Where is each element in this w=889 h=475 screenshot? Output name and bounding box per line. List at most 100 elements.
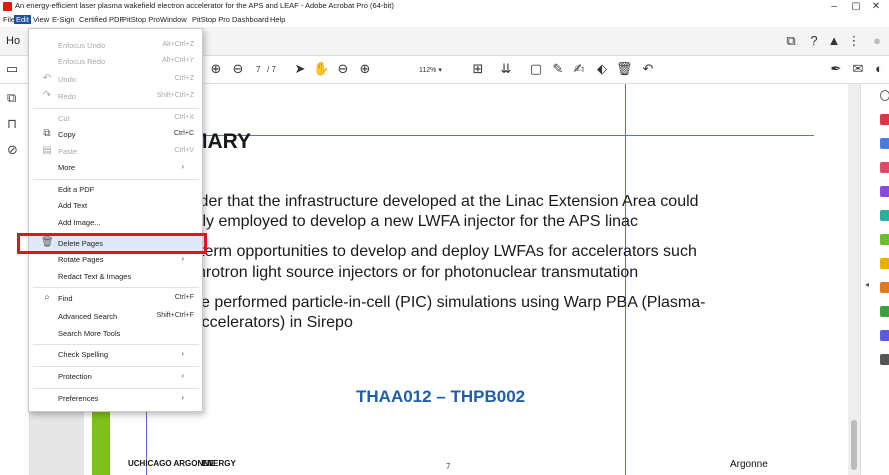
vertical-scrollbar[interactable] (848, 84, 860, 475)
undo-icon: ↶ (42, 73, 52, 84)
menu-separator (33, 108, 199, 109)
page-number: 7 (446, 462, 451, 471)
menu-help[interactable]: Help (268, 15, 287, 24)
body-line-1: sider that the infrastructure developed … (188, 193, 699, 210)
menu-item-rotate-pages[interactable]: Rotate Pages › (29, 252, 202, 268)
menu-item-copy[interactable]: ⧉ Copy Ctrl+C (29, 127, 202, 143)
menu-certified-pdf[interactable]: Certified PDF (77, 15, 126, 24)
menu-window[interactable]: Window (158, 15, 189, 24)
right-tools-rail: ◂ (860, 84, 889, 475)
mail-icon[interactable]: ✉ (850, 62, 866, 76)
menu-esign[interactable]: E-Sign (50, 15, 77, 24)
menu-bar: File Edit View E-Sign Certified PDF PitS… (0, 14, 889, 27)
scroll-mode-icon[interactable]: ⇊ (498, 62, 514, 76)
select-cursor-icon[interactable]: ➤ (292, 62, 308, 76)
menu-separator (33, 344, 199, 345)
menu-item-preferences[interactable]: Preferences › (29, 391, 202, 407)
menu-item-redo[interactable]: ↷ Redo Shift+Ctrl+Z (29, 89, 202, 105)
menu-item-undo[interactable]: ↶ Undo Ctrl+Z (29, 72, 202, 88)
menu-item-search-more-tools[interactable]: Search More Tools (29, 326, 202, 342)
tool-combine-icon[interactable] (880, 162, 889, 173)
save-icon[interactable]: ▭ (4, 62, 20, 76)
body-line-3: term opportunities to develop and deploy… (200, 243, 697, 260)
menu-item-advanced-search[interactable]: Advanced Search Shift+Ctrl+F (29, 309, 202, 325)
left-navigation-rail: ⧉ ⊓ ⊘ (0, 84, 30, 475)
body-line-5: e performed particle-in-cell (PIC) simul… (201, 294, 706, 311)
submenu-arrow-icon: › (181, 349, 184, 358)
attachment-icon[interactable]: ⊘ (7, 142, 18, 158)
submenu-arrow-icon: › (181, 371, 184, 380)
menu-item-find[interactable]: ⌕ Find Ctrl+F (29, 291, 202, 307)
menu-item-add-image[interactable]: Add Image... (29, 215, 202, 231)
zoom-out-icon[interactable]: ⊖ (335, 62, 351, 76)
zoom-level-dropdown[interactable]: 112% ▾ (415, 63, 463, 77)
page-thumbnails-icon[interactable]: ⧉ (7, 90, 16, 106)
highlight-box (17, 233, 207, 254)
tool-export-pdf-icon[interactable] (880, 114, 889, 125)
minimize-button[interactable]: – (824, 1, 844, 12)
tool-comment-icon[interactable] (880, 138, 889, 149)
search-tools-icon[interactable]: ◐ (871, 62, 887, 76)
menu-item-redact[interactable]: Redact Text & Images (29, 269, 202, 285)
menu-separator (33, 388, 199, 389)
menu-edit[interactable]: Edit (14, 15, 31, 24)
share-icon[interactable]: ⧉ (783, 34, 799, 48)
close-button[interactable]: ✕ (866, 1, 886, 12)
tool-edit-pdf-icon[interactable] (880, 186, 889, 197)
tab-home[interactable]: Ho (6, 35, 20, 47)
comment-icon[interactable]: ▢ (528, 62, 544, 76)
body-line-6: Accelerators) in Sirepo (191, 314, 353, 331)
highlight-pen-icon[interactable]: ✎ (550, 62, 566, 76)
body-line-2: ully employed to develop a new LWFA inje… (190, 213, 638, 230)
edit-dropdown-menu: Enfocus Undo Alt+Ctrl+Z Enfocus Redo Alt… (28, 28, 203, 412)
tool-info-icon[interactable] (880, 90, 889, 101)
account-icon[interactable]: ● (869, 34, 885, 48)
zoom-in-icon[interactable]: ⊕ (357, 62, 373, 76)
stamp-icon[interactable]: ⬖ (594, 62, 610, 76)
menu-item-add-text[interactable]: Add Text (29, 198, 202, 214)
menu-view[interactable]: View (31, 15, 51, 24)
tool-stamp-icon[interactable] (880, 258, 889, 269)
submenu-arrow-icon: › (181, 162, 184, 171)
paste-icon: ▤ (42, 145, 52, 156)
tool-scan-icon[interactable] (880, 234, 889, 245)
tool-protect-icon[interactable] (880, 330, 889, 341)
sign-icon[interactable]: ✍ (571, 62, 587, 76)
help-icon[interactable]: ? (806, 34, 822, 48)
bell-icon[interactable]: ▲ (826, 34, 842, 48)
prev-page-icon[interactable]: ⊕ (208, 62, 224, 76)
menu-pitstop-pro[interactable]: PitStop Pro (120, 15, 162, 24)
menu-item-protection[interactable]: Protection › (29, 369, 202, 385)
tool-fill-sign-icon[interactable] (880, 306, 889, 317)
bookmark-icon[interactable]: ⊓ (7, 116, 17, 132)
trash-icon[interactable]: 🗑 (616, 62, 633, 76)
hand-tool-icon[interactable]: ✋ (313, 62, 329, 76)
menu-item-more[interactable]: More › (29, 160, 202, 176)
next-page-icon[interactable]: ⊖ (230, 62, 246, 76)
argonne-logo: Argonne (730, 459, 768, 470)
title-bar: An energy-efficient laser plasma wakefie… (0, 0, 889, 14)
undo-arrow-icon[interactable]: ↶ (640, 62, 656, 76)
tool-prepare-form-icon[interactable] (880, 282, 889, 293)
copy-icon: ⧉ (43, 128, 51, 139)
apps-grid-icon[interactable]: ⋮ (846, 34, 862, 48)
signature-icon[interactable]: ✒ (828, 62, 844, 76)
fit-page-icon[interactable]: ⊞ (470, 62, 486, 76)
page-current-input[interactable]: 7 (256, 65, 260, 74)
menu-item-paste[interactable]: ▤ Paste Ctrl+V (29, 144, 202, 160)
menu-item-edit-a-pdf[interactable]: Edit a PDF (29, 182, 202, 198)
redo-icon: ↷ (42, 90, 52, 101)
menu-item-enfocus-undo[interactable]: Enfocus Undo Alt+Ctrl+Z (29, 38, 202, 54)
menu-pitstop-dashboard[interactable]: PitStop Pro Dashboard (190, 15, 271, 24)
tool-more-icon[interactable] (880, 354, 889, 365)
scrollbar-thumb[interactable] (851, 420, 857, 470)
acrobat-logo-icon (3, 2, 12, 11)
restore-button[interactable]: ▢ (846, 1, 866, 12)
menu-item-check-spelling[interactable]: Check Spelling › (29, 347, 202, 363)
tool-organize-pages-icon[interactable] (880, 210, 889, 221)
window-title: An energy-efficient laser plasma wakefie… (15, 1, 394, 10)
search-icon: ⌕ (44, 292, 50, 303)
collapse-panel-arrow-icon[interactable]: ◂ (865, 280, 869, 289)
menu-item-enfocus-redo[interactable]: Enfocus Redo Alt+Ctrl+Y (29, 54, 202, 70)
menu-item-cut[interactable]: Cut Ctrl+X (29, 111, 202, 127)
